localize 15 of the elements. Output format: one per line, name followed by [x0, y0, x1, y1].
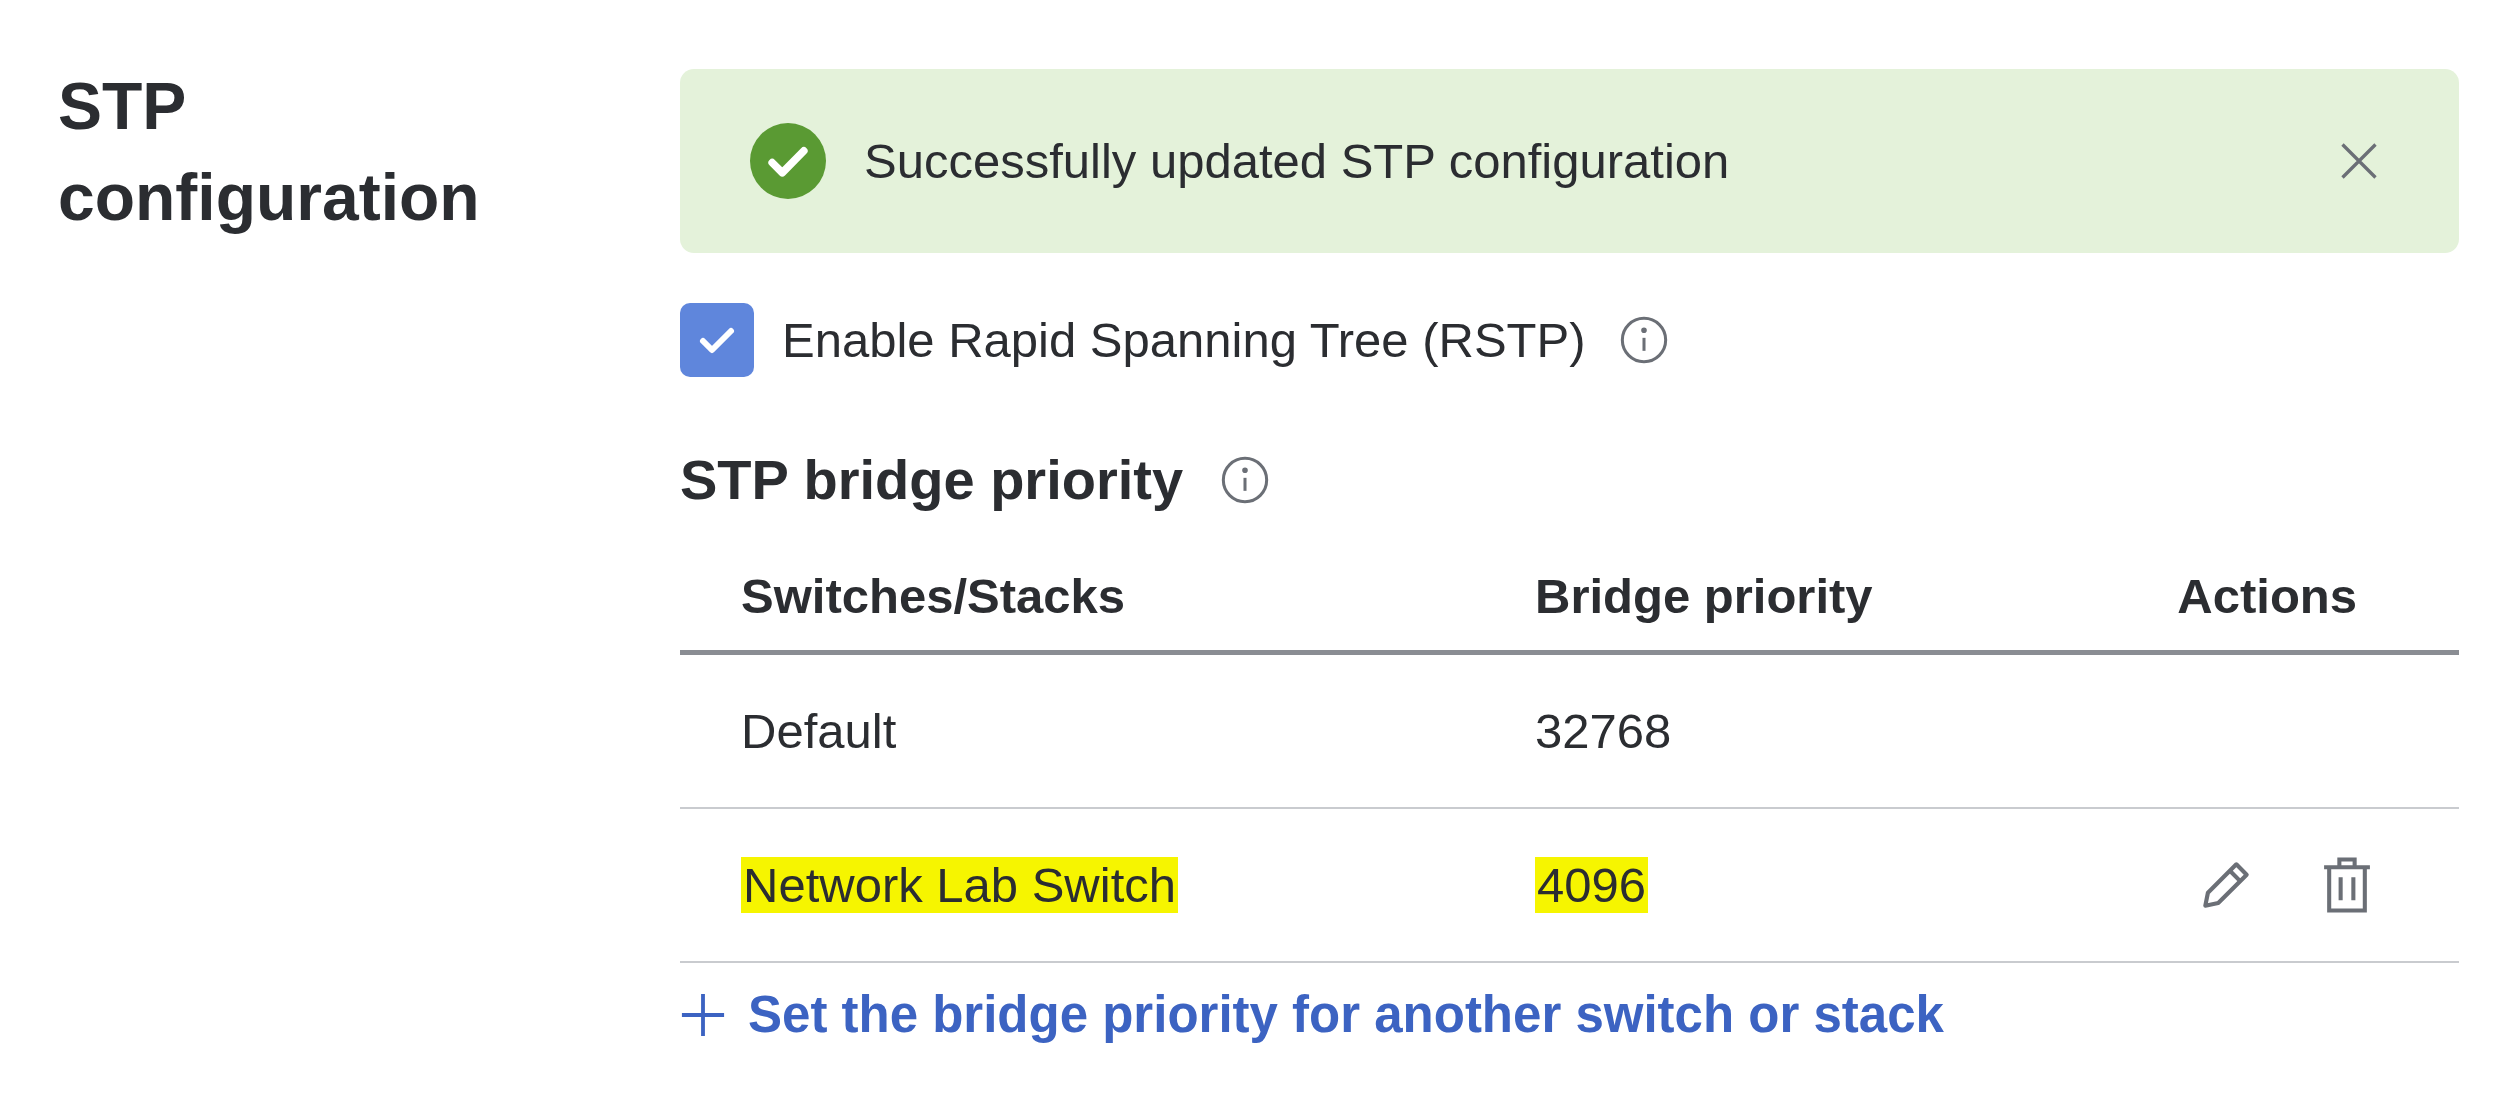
checkbox-label: Enable Rapid Spanning Tree (RSTP)	[782, 312, 1586, 368]
check-circle-icon	[750, 123, 826, 199]
column-header: Bridge priority	[1535, 568, 2100, 655]
highlighted-text: Network Lab Switch	[741, 857, 1178, 913]
add-priority-link[interactable]: Set the bridge priority for another switch or stack	[680, 985, 2459, 1044]
section-heading: STP bridge priority	[680, 447, 1184, 512]
table-cell: Default	[741, 703, 897, 759]
rstp-checkbox[interactable]	[680, 303, 754, 377]
column-header: Actions	[2100, 568, 2459, 655]
column-header: Switches/Stacks	[680, 568, 1535, 655]
alert-message: Successfully updated STP configuration	[864, 133, 1731, 189]
highlighted-text: 4096	[1535, 857, 1648, 913]
section-title: STP configuration	[58, 68, 481, 236]
table-cell: 32768	[1535, 703, 1672, 759]
plus-icon	[680, 991, 726, 1038]
